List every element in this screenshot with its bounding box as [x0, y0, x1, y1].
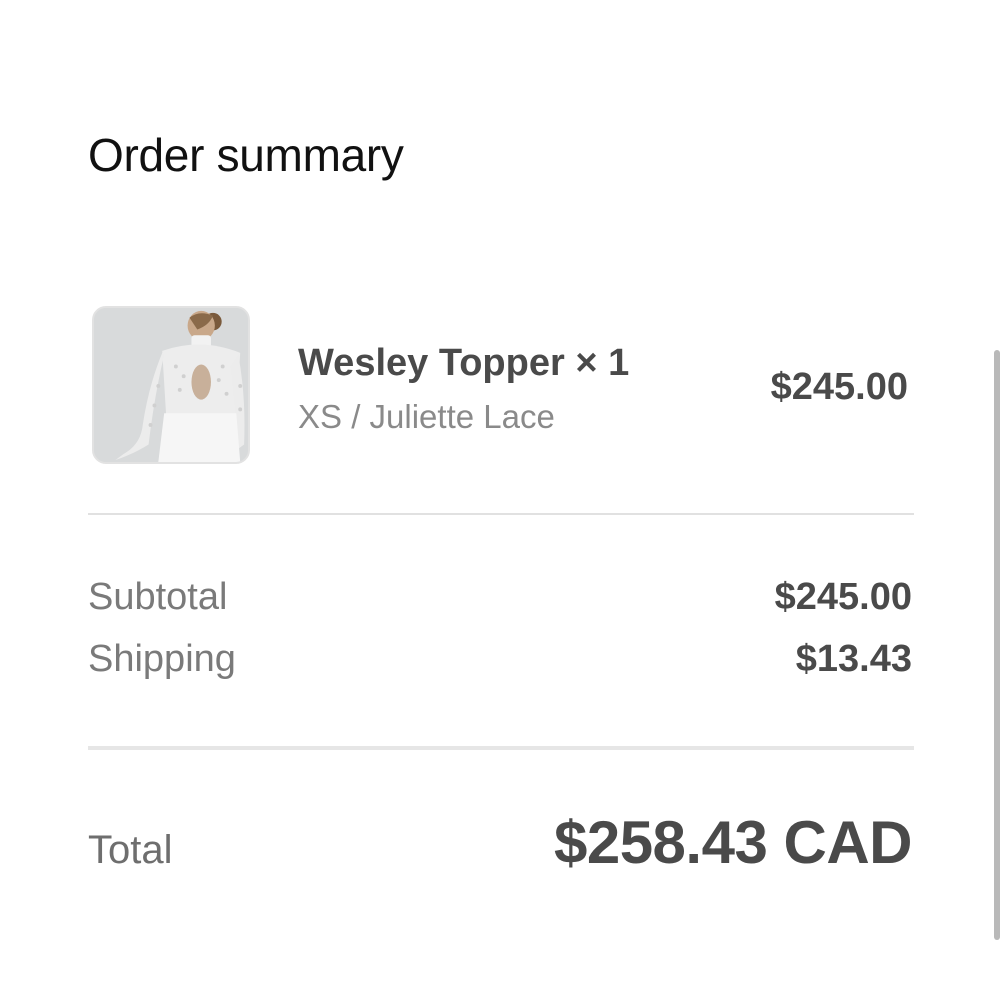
subtotal-label: Subtotal: [88, 576, 228, 618]
product-thumbnail: [92, 306, 250, 464]
subtotal-value: $245.00: [774, 576, 912, 618]
total-label: Total: [88, 828, 173, 872]
product-price: $245.00: [770, 366, 908, 408]
product-name: Wesley Topper × 1: [298, 342, 630, 384]
order-summary-panel: Order summary Wesley Topper × 1 XS / Jul…: [0, 0, 1000, 1000]
product-variant: XS / Juliette Lace: [298, 398, 555, 435]
total-value: $258.43 CAD: [553, 809, 913, 876]
shipping-value: $13.43: [795, 638, 912, 680]
scrollbar[interactable]: [994, 350, 1000, 940]
total-row: Total $258.43 CAD: [88, 808, 913, 877]
shipping-label: Shipping: [88, 638, 236, 680]
divider: [88, 513, 914, 515]
product-image: [94, 308, 248, 462]
page-title: Order summary: [88, 129, 404, 181]
shipping-row: Shipping $13.43: [88, 638, 912, 681]
subtotal-row: Subtotal $245.00: [88, 576, 912, 619]
line-item: Wesley Topper × 1 XS / Juliette Lace $24…: [92, 306, 914, 468]
divider: [88, 746, 914, 750]
